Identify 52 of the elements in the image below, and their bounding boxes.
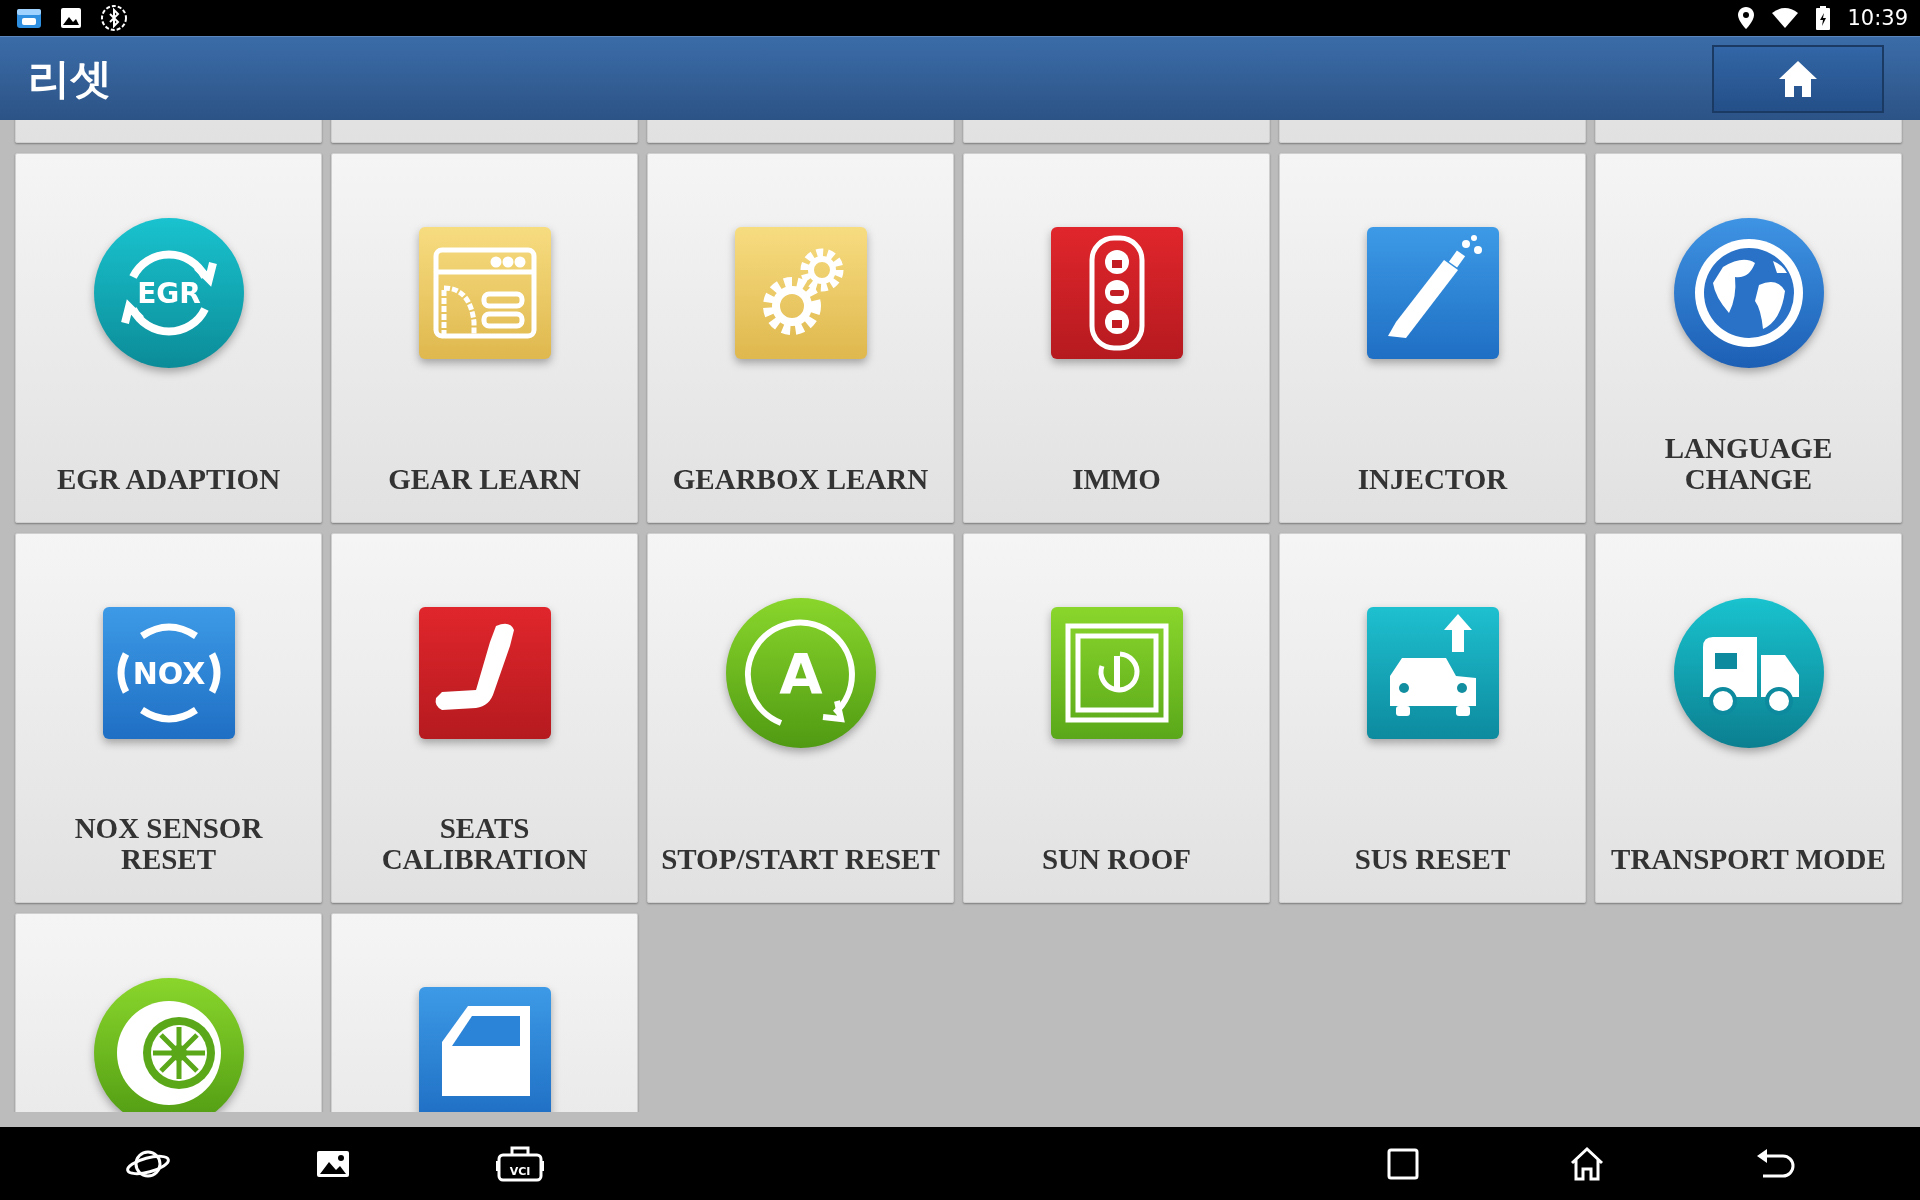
car-lift-icon	[1365, 606, 1500, 740]
tile-label: NOX SENSOR RESET	[74, 813, 263, 874]
function-tile[interactable]: GEARBOX LEARN	[647, 153, 954, 523]
home-button[interactable]	[1712, 44, 1884, 113]
function-tile[interactable]: GEAR LEARN	[331, 153, 638, 523]
back-icon[interactable]	[1755, 1147, 1795, 1180]
tile-label: SEATS CALIBRATION	[381, 813, 588, 874]
truck-icon	[1672, 597, 1825, 749]
home-icon[interactable]	[1569, 1145, 1605, 1182]
wifi-icon	[1771, 7, 1800, 29]
function-tile[interactable]: IMMO	[963, 153, 1270, 523]
function-tile[interactable]: SEATS CALIBRATION	[331, 533, 638, 903]
tile-label: GEARBOX LEARN	[672, 463, 929, 494]
home-icon	[1777, 58, 1819, 99]
injector-icon	[1365, 226, 1500, 360]
app-icon	[16, 6, 42, 30]
nox-sensor-icon: NOX	[101, 606, 236, 740]
sunroof-icon	[1049, 606, 1184, 740]
function-tile[interactable]: LANGUAGE CHANGE	[1595, 153, 1902, 523]
function-tile[interactable]: TRANSPORT MODE	[1595, 533, 1902, 903]
function-tile[interactable]: NOX NOX SENSOR RESET	[15, 533, 322, 903]
tile-label: LANGUAGE CHANGE	[1664, 433, 1833, 494]
tile-label: SUS RESET	[1354, 843, 1511, 874]
tile-label: EGR ADAPTION	[56, 463, 281, 494]
bluetooth-icon	[100, 4, 128, 32]
gear-window-icon	[417, 226, 552, 360]
function-tile[interactable]: SUN ROOF	[963, 533, 1270, 903]
globe-icon	[1672, 217, 1825, 369]
function-tile[interactable]: INJECTOR	[1279, 153, 1586, 523]
image-icon[interactable]	[316, 1149, 350, 1178]
seat-icon	[417, 606, 552, 740]
door-icon	[417, 986, 552, 1112]
function-tile[interactable]: EGR EGR ADAPTION	[15, 153, 322, 523]
image-icon	[60, 7, 82, 29]
recent-apps-icon[interactable]	[1387, 1147, 1419, 1180]
function-tile[interactable]: A STOP/START RESET	[647, 533, 954, 903]
auto-stop-icon: A	[724, 597, 877, 749]
key-fob-icon	[1049, 226, 1184, 360]
tile-label: SUN ROOF	[1041, 843, 1191, 874]
battery-icon	[1815, 5, 1832, 31]
tile-label: STOP/START RESET	[661, 843, 940, 874]
clock-time: 10:39	[1847, 6, 1908, 30]
tile-label: TRANSPORT MODE	[1611, 843, 1886, 874]
location-icon	[1737, 6, 1756, 30]
function-tile[interactable]: SUS RESET	[1279, 533, 1586, 903]
tile-label: GEAR LEARN	[388, 463, 581, 494]
gears-icon	[733, 226, 868, 360]
tile-label: INJECTOR	[1357, 463, 1508, 494]
page-title: 리셋	[28, 52, 112, 105]
wheel-icon	[92, 977, 245, 1112]
tile-label: IMMO	[1072, 463, 1161, 494]
circular-arrows-icon: EGR	[92, 217, 245, 369]
